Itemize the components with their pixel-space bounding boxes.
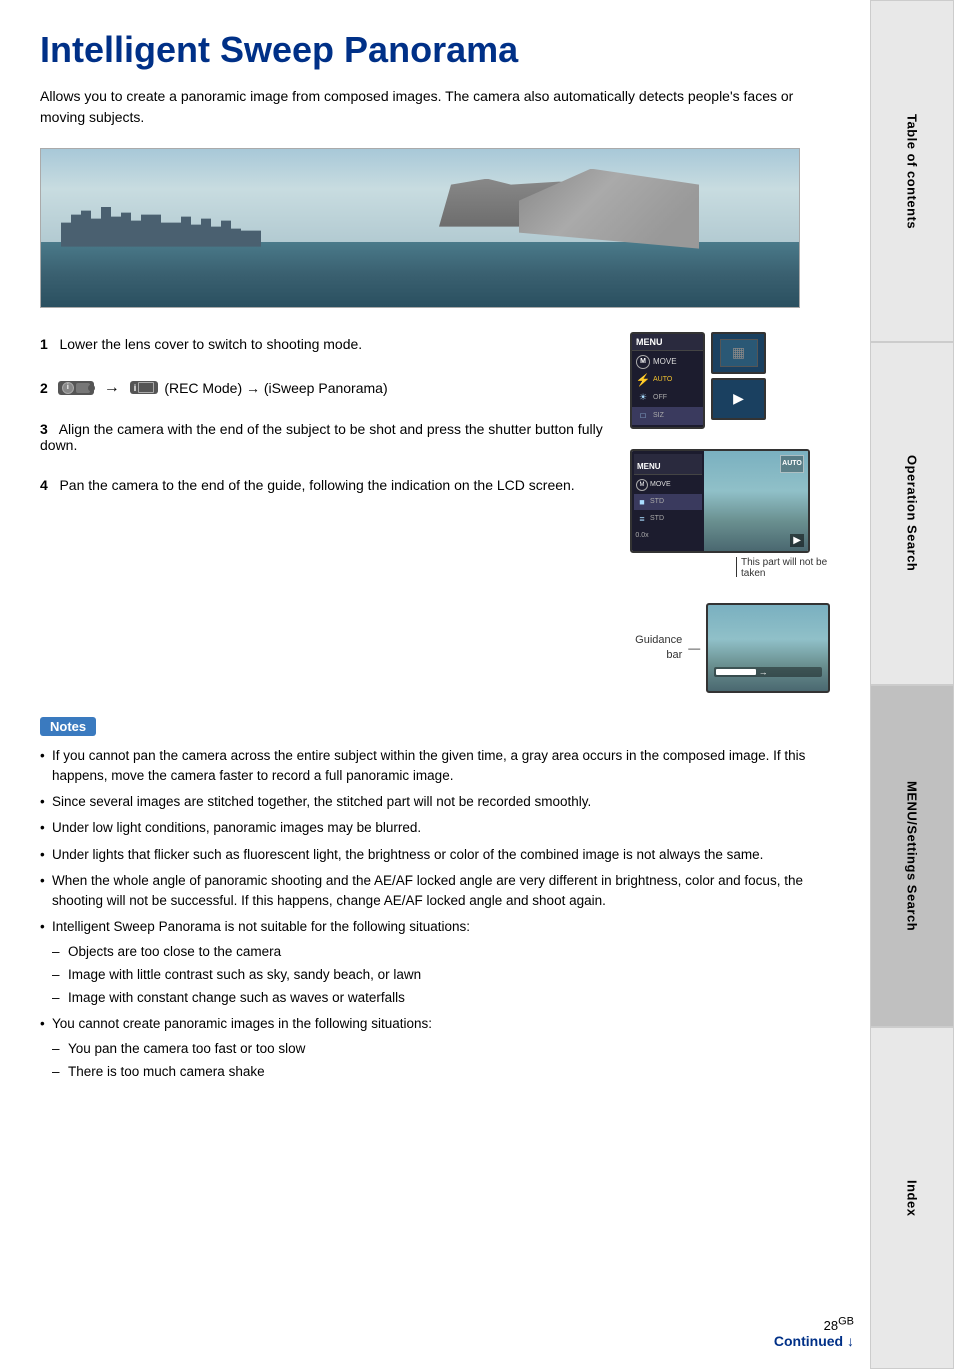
step-3-screenshot: MENU M MOVE ■ STD ≡ [630, 449, 830, 579]
list-item: Since several images are stitched togeth… [40, 792, 830, 812]
list-item: You cannot create panoramic images in th… [40, 1014, 830, 1082]
list-item: Image with constant change such as waves… [52, 988, 830, 1008]
list-item: If you cannot pan the camera across the … [40, 746, 830, 787]
notes-section: Notes If you cannot pan the camera acros… [40, 717, 830, 1083]
step-2: 2 i → i [40, 379, 610, 397]
panorama-image [40, 148, 800, 308]
step-4-screenshot: Guidance bar — → [630, 603, 830, 693]
step-1: 1 Lower the lens cover to switch to shoo… [40, 334, 610, 355]
list-item: Intelligent Sweep Panorama is not suitab… [40, 917, 830, 1008]
list-item: Under low light conditions, panoramic im… [40, 818, 830, 838]
sidebar: Table of contents Operation Search MENU/… [870, 0, 954, 1369]
page-footer: 28GB Continued ↓ [774, 1316, 854, 1349]
sidebar-item-index[interactable]: Index [870, 1027, 954, 1369]
sub-list-1: Objects are too close to the camera Imag… [52, 942, 830, 1009]
isweep-icon: i [130, 381, 159, 394]
step-1-number: 1 [40, 336, 48, 352]
step-3-number: 3 [40, 421, 48, 437]
step-4-number: 4 [40, 477, 48, 493]
step-1-text: Lower the lens cover to switch to shooti… [59, 336, 362, 352]
step-4-text: Pan the camera to the end of the guide, … [59, 477, 574, 493]
notes-badge: Notes [40, 717, 96, 736]
step-3: 3 Align the camera with the end of the s… [40, 421, 610, 453]
list-item: Image with little contrast such as sky, … [52, 965, 830, 985]
continued-indicator: Continued ↓ [774, 1333, 854, 1349]
rec-mode-icon: i [58, 381, 94, 395]
list-item: Objects are too close to the camera [52, 942, 830, 962]
page-title: Intelligent Sweep Panorama [40, 30, 830, 70]
step-2-text: (REC Mode) → (iSweep Panorama) [164, 380, 387, 396]
notes-list: If you cannot pan the camera across the … [40, 746, 830, 1083]
guidance-label: Guidance bar [630, 633, 682, 662]
step-2-screenshot: MENU M MOVE ⚡ AUTO [630, 332, 830, 429]
list-item: When the whole angle of panoramic shooti… [40, 871, 830, 912]
intro-text: Allows you to create a panoramic image f… [40, 86, 820, 128]
step-3-text: Align the camera with the end of the sub… [40, 421, 603, 453]
step-4: 4 Pan the camera to the end of the guide… [40, 477, 610, 493]
sidebar-item-menu-settings-search[interactable]: MENU/Settings Search [870, 685, 954, 1027]
sidebar-item-table-of-contents[interactable]: Table of contents [870, 0, 954, 342]
list-item: There is too much camera shake [52, 1062, 830, 1082]
page-number: 28GB [824, 1318, 854, 1333]
step-2-number: 2 [40, 380, 48, 396]
sub-list-2: You pan the camera too fast or too slow … [52, 1039, 830, 1083]
step-3-caption: This part will not be taken [630, 557, 830, 579]
list-item: You pan the camera too fast or too slow [52, 1039, 830, 1059]
list-item: Under lights that flicker such as fluore… [40, 845, 830, 865]
step-2-arrow: → [104, 379, 120, 397]
sidebar-item-operation-search[interactable]: Operation Search [870, 342, 954, 684]
